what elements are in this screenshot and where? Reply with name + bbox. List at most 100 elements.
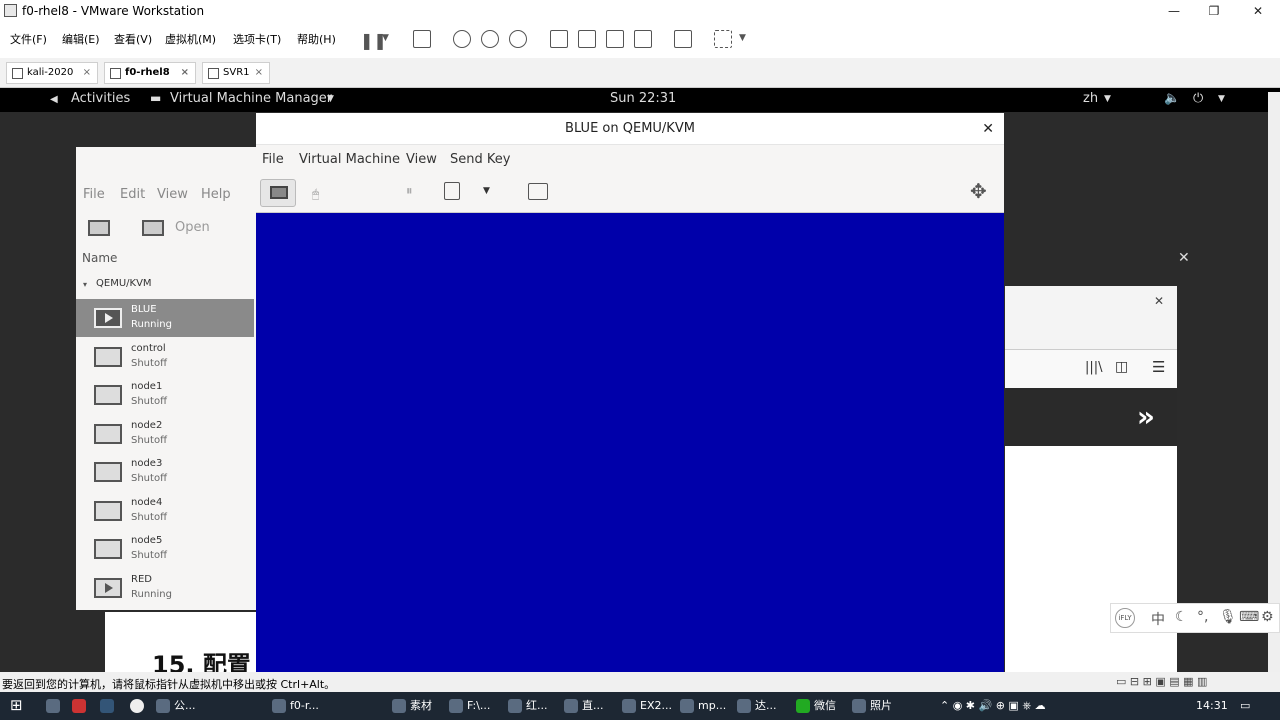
vm-row-node3[interactable]: node3 Shutoff — [76, 453, 254, 491]
vm-row-red[interactable]: RED Running — [76, 569, 254, 607]
hamburger-menu-icon[interactable]: ☰ — [1152, 358, 1165, 376]
menu-help[interactable]: 帮助(H) — [297, 31, 336, 47]
chevron-down-icon[interactable]: ▼ — [327, 94, 334, 104]
app-icon[interactable] — [130, 697, 148, 715]
maximize-button[interactable]: ❐ — [1204, 2, 1224, 20]
menu-tabs[interactable]: 选项卡(T) — [233, 31, 281, 47]
punctuation-icon[interactable]: °, — [1197, 609, 1208, 625]
revert-snapshot-icon[interactable] — [481, 30, 499, 48]
taskbar-item[interactable]: 红... — [508, 697, 548, 715]
settings-icon[interactable]: ⚙ — [1261, 609, 1274, 625]
app-menu[interactable]: Virtual Machine Manager — [170, 91, 332, 106]
keyboard-icon[interactable]: ⌨ — [1239, 609, 1259, 625]
vm-row-node1[interactable]: node1 Shutoff — [76, 376, 254, 414]
vmm-menu-edit[interactable]: Edit — [120, 187, 145, 202]
library-icon[interactable]: |||\ — [1085, 360, 1103, 375]
ifly-logo-icon[interactable]: iFLY — [1115, 608, 1135, 628]
console-menu-view[interactable]: View — [406, 152, 437, 167]
taskbar-item[interactable]: 公... — [156, 697, 196, 715]
app-icon[interactable] — [72, 697, 90, 715]
console-menu-sendkey[interactable]: Send Key — [450, 152, 510, 167]
snapshot-icon[interactable] — [453, 30, 471, 48]
moon-icon[interactable]: ☾ — [1175, 609, 1188, 625]
details-icon[interactable]: 🖱 — [312, 187, 319, 202]
clock[interactable]: Sun 22:31 — [610, 91, 676, 106]
console-menu-vm[interactable]: Virtual Machine — [299, 152, 400, 167]
shutdown-icon[interactable] — [444, 182, 460, 200]
taskbar-item[interactable]: 达... — [737, 697, 777, 715]
notification-icon[interactable]: ▭ — [1240, 697, 1250, 715]
menu-vm[interactable]: 虚拟机(M) — [165, 31, 216, 47]
open-vm-icon[interactable] — [142, 220, 164, 236]
sidebar-icon[interactable]: ◫ — [1115, 359, 1128, 375]
vmm-menu-view[interactable]: View — [157, 187, 188, 202]
fullscreen-icon[interactable] — [606, 30, 624, 48]
thumbnail-icon[interactable] — [578, 30, 596, 48]
vm-row-blue[interactable]: BLUE Running — [76, 299, 254, 337]
expander-icon[interactable]: ▾ — [83, 280, 87, 289]
activities-button[interactable]: Activities — [71, 91, 130, 106]
tray-icons[interactable]: ⌃ ◉ ✱ 🔊 ⊕ ▣ ⎈ ☁ — [940, 697, 1046, 715]
chinese-mode-icon[interactable]: 中 — [1151, 609, 1165, 629]
close-icon[interactable]: ✕ — [1154, 294, 1164, 308]
taskbar-clock[interactable]: 14:31 — [1196, 697, 1228, 715]
taskview-icon[interactable] — [46, 697, 64, 715]
menu-file[interactable]: 文件(F) — [10, 31, 47, 47]
tab-close-icon[interactable]: × — [255, 63, 263, 83]
taskbar-item[interactable]: mp... — [680, 697, 726, 715]
open-button[interactable]: Open — [175, 220, 210, 235]
send-ctrl-alt-del-icon[interactable] — [413, 30, 431, 48]
close-icon[interactable]: ✕ — [982, 113, 994, 145]
console-menu-file[interactable]: File — [262, 152, 284, 167]
connection-label[interactable]: QEMU/KVM — [96, 278, 152, 289]
vmware-scrollbar[interactable] — [1268, 92, 1280, 672]
vm-row-node2[interactable]: node2 Shutoff — [76, 415, 254, 453]
chevron-down-icon[interactable]: ▼ — [1104, 94, 1111, 104]
vm-row-node4[interactable]: node4 Shutoff — [76, 492, 254, 530]
minimize-button[interactable]: — — [1164, 2, 1184, 20]
chevron-down-icon[interactable]: ▼ — [382, 33, 389, 43]
stretch-icon[interactable] — [714, 30, 732, 48]
taskbar-item[interactable]: EX2... — [622, 697, 672, 715]
vm-row-node5[interactable]: node5 Shutoff — [76, 530, 254, 568]
column-header-name[interactable]: Name — [82, 251, 117, 265]
menu-edit[interactable]: 编辑(E) — [62, 31, 100, 47]
tab-close-icon[interactable]: × — [83, 63, 91, 83]
taskbar-item[interactable]: 照片 — [852, 697, 892, 715]
vmm-menu-help[interactable]: Help — [201, 187, 231, 202]
tab-kali[interactable]: kali-2020 × — [6, 62, 98, 84]
microphone-icon[interactable]: 🎙 — [1219, 609, 1237, 625]
show-console-button[interactable] — [260, 179, 296, 207]
menu-view[interactable]: 查看(V) — [114, 31, 152, 47]
tab-close-icon[interactable]: × — [181, 63, 189, 83]
vm-row-control[interactable]: control Shutoff — [76, 338, 254, 376]
taskbar-item[interactable]: f0-r... — [272, 697, 319, 715]
taskbar-item[interactable]: F:\... — [449, 697, 490, 715]
app-icon[interactable] — [100, 697, 118, 715]
console-icon[interactable] — [674, 30, 692, 48]
pause-icon[interactable]: ⏸ — [406, 184, 413, 199]
unity-icon[interactable] — [634, 30, 652, 48]
close-button[interactable]: ✕ — [1248, 2, 1268, 20]
fullscreen-icon[interactable] — [528, 183, 548, 200]
close-icon[interactable]: ✕ — [1178, 250, 1190, 266]
snapshot-manager-icon[interactable] — [509, 30, 527, 48]
power-icon[interactable]: ⏻ — [1193, 91, 1203, 106]
tab-svr1[interactable]: SVR1 × — [202, 62, 270, 84]
taskbar-item[interactable]: 直... — [564, 697, 604, 715]
input-method[interactable]: zh — [1083, 91, 1098, 106]
windows-start-icon[interactable]: ⊞ — [10, 696, 23, 714]
taskbar-item[interactable]: 微信 — [796, 697, 836, 715]
double-chevron-right-icon[interactable]: » — [1137, 400, 1155, 433]
library-icon[interactable] — [550, 30, 568, 48]
volume-icon[interactable]: 🔈 — [1164, 91, 1180, 106]
vmm-menu-file[interactable]: File — [83, 187, 105, 202]
new-vm-icon[interactable] — [88, 220, 110, 236]
stretch-dropdown-icon[interactable]: ▼ — [739, 33, 746, 43]
taskbar-item[interactable]: 素材 — [392, 697, 432, 715]
chevron-down-icon[interactable]: ▼ — [483, 186, 490, 196]
vm-display[interactable] — [256, 213, 1004, 672]
tab-f0-rhel8[interactable]: f0-rhel8 × — [104, 62, 196, 84]
device-icons[interactable]: ▭ ⊟ ⊞ ▣ ▤ ▦ ▥ — [1116, 675, 1207, 688]
resize-to-vm-icon[interactable]: ✥ — [970, 179, 987, 203]
